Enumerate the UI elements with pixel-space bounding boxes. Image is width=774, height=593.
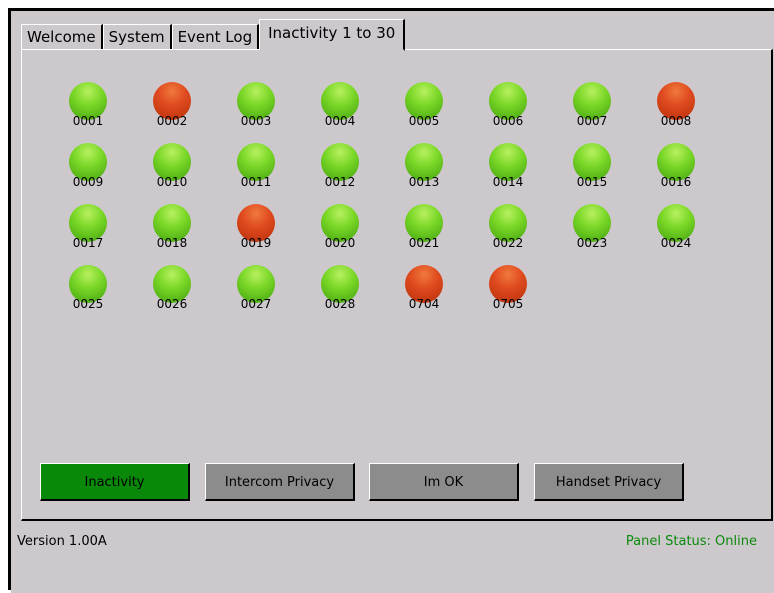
indicator-0013[interactable]: 0013: [394, 143, 454, 204]
indicator-label: 0023: [576, 236, 608, 250]
indicator-0003[interactable]: 0003: [226, 82, 286, 143]
indicator-label: 0026: [156, 297, 188, 311]
indicator-0009[interactable]: 0009: [58, 143, 118, 204]
indicator-0018[interactable]: 0018: [142, 204, 202, 265]
indicator-0014[interactable]: 0014: [478, 143, 538, 204]
indicator-label: 0005: [408, 114, 440, 128]
indicator-0016[interactable]: 0016: [646, 143, 706, 204]
indicator-label: 0027: [240, 297, 272, 311]
indicator-label: 0013: [408, 175, 440, 189]
indicator-0705[interactable]: 0705: [478, 265, 538, 326]
indicator-0015[interactable]: 0015: [562, 143, 622, 204]
indicator-label: 0012: [324, 175, 356, 189]
indicator-label: 0022: [492, 236, 524, 250]
indicator-label: 0010: [156, 175, 188, 189]
im-ok-button[interactable]: Im OK: [369, 463, 519, 501]
indicator-label: 0015: [576, 175, 608, 189]
tab-system[interactable]: System: [102, 24, 172, 49]
indicator-label: 0016: [660, 175, 692, 189]
indicator-0024[interactable]: 0024: [646, 204, 706, 265]
indicator-label: 0019: [240, 236, 272, 250]
indicator-label: 0007: [576, 114, 608, 128]
status-bar: Version 1.00A Panel Status: Online: [11, 523, 774, 593]
handset-privacy-button[interactable]: Handset Privacy: [534, 463, 684, 501]
indicator-0005[interactable]: 0005: [394, 82, 454, 143]
indicator-label: 0014: [492, 175, 524, 189]
indicator-0027[interactable]: 0027: [226, 265, 286, 326]
indicator-label: 0008: [660, 114, 692, 128]
indicator-label: 0003: [240, 114, 272, 128]
indicator-0007[interactable]: 0007: [562, 82, 622, 143]
indicator-label: 0021: [408, 236, 440, 250]
indicator-0008[interactable]: 0008: [646, 82, 706, 143]
indicator-0704[interactable]: 0704: [394, 265, 454, 326]
indicator-label: 0025: [72, 297, 104, 311]
tab-welcome[interactable]: Welcome: [21, 24, 103, 49]
inactivity-button[interactable]: Inactivity: [40, 463, 190, 501]
version-label: Version 1.00A: [17, 534, 107, 549]
intercom-privacy-button[interactable]: Intercom Privacy: [205, 463, 355, 501]
app-window: Welcome System Event Log Inactivity 1 to…: [8, 8, 774, 593]
indicator-0020[interactable]: 0020: [310, 204, 370, 265]
indicator-0001[interactable]: 0001: [58, 82, 118, 143]
panel-status: Panel Status: Online: [625, 534, 757, 549]
indicator-label: 0002: [156, 114, 188, 128]
indicator-label: 0024: [660, 236, 692, 250]
indicator-label: 0009: [72, 175, 104, 189]
indicator-label: 0705: [492, 297, 524, 311]
indicator-0010[interactable]: 0010: [142, 143, 202, 204]
indicator-0004[interactable]: 0004: [310, 82, 370, 143]
tab-panel: 0001 0002 0003 0004 0005 0006 0007 0008 0009 0010…: [21, 49, 773, 521]
indicator-label: 0028: [324, 297, 356, 311]
indicator-label: 0017: [72, 236, 104, 250]
indicator-grid: 0001 0002 0003 0004 0005 0006 0007 0008 0009 0010…: [58, 82, 730, 326]
indicator-0023[interactable]: 0023: [562, 204, 622, 265]
indicator-0012[interactable]: 0012: [310, 143, 370, 204]
indicator-0002[interactable]: 0002: [142, 82, 202, 143]
indicator-label: 0020: [324, 236, 356, 250]
indicator-label: 0004: [324, 114, 356, 128]
indicator-0011[interactable]: 0011: [226, 143, 286, 204]
indicator-label: 0001: [72, 114, 104, 128]
indicator-0026[interactable]: 0026: [142, 265, 202, 326]
indicator-0021[interactable]: 0021: [394, 204, 454, 265]
tab-bar: Welcome System Event Log Inactivity 1 to…: [21, 17, 406, 51]
indicator-label: 0704: [408, 297, 440, 311]
indicator-0006[interactable]: 0006: [478, 82, 538, 143]
indicator-0022[interactable]: 0022: [478, 204, 538, 265]
indicator-0017[interactable]: 0017: [58, 204, 118, 265]
indicator-label: 0018: [156, 236, 188, 250]
tab-inactivity[interactable]: Inactivity 1 to 30: [259, 19, 406, 51]
indicator-label: 0011: [240, 175, 272, 189]
indicator-label: 0006: [492, 114, 524, 128]
tab-event-log[interactable]: Event Log: [171, 24, 260, 49]
indicator-0025[interactable]: 0025: [58, 265, 118, 326]
indicator-0019[interactable]: 0019: [226, 204, 286, 265]
indicator-0028[interactable]: 0028: [310, 265, 370, 326]
